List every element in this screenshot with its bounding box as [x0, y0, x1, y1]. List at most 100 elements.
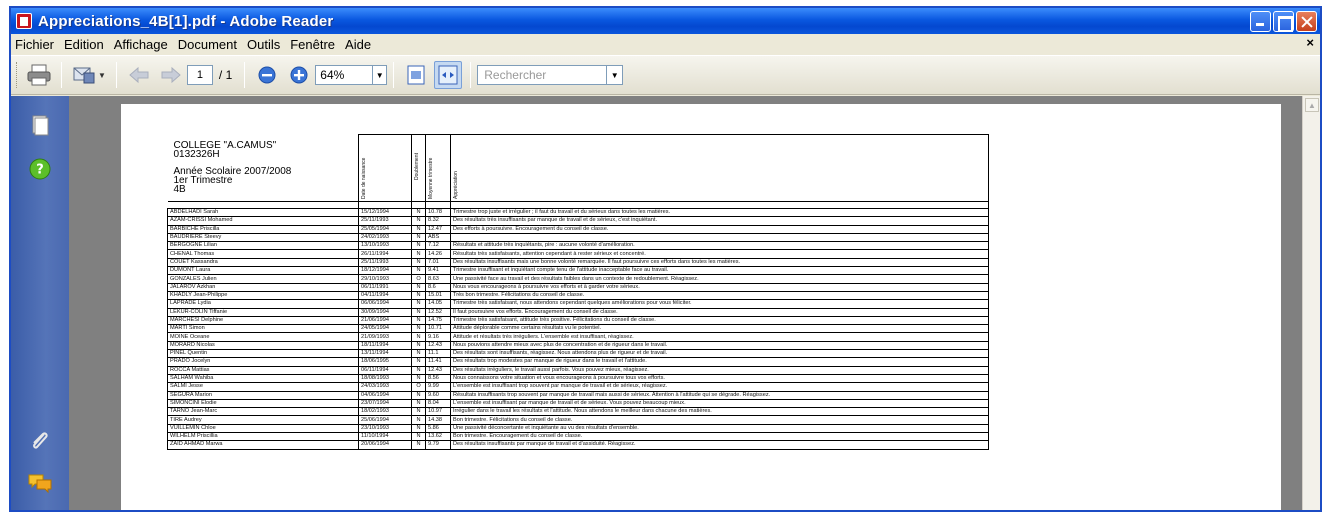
- student-name: PINEL Quentin: [167, 349, 359, 359]
- birth-date: 25/11/1993: [358, 257, 412, 268]
- print-icon[interactable]: [25, 61, 53, 89]
- table-row: TARNO Jean-Marc 18/02/1993 N 10.97 Irrégulie…: [167, 407, 989, 417]
- header-appreciation: Appréciation: [453, 171, 459, 199]
- table-row: PINEL Quentin 13/11/1994 N 11.1 Des résultat…: [167, 349, 989, 359]
- student-name: DUMONT Laura: [167, 266, 359, 276]
- birth-date: 06/06/1994: [358, 299, 412, 309]
- email-icon[interactable]: [70, 61, 98, 89]
- appreciation-text: Nous connaissons votre situation et vous…: [450, 373, 989, 384]
- menu-document[interactable]: Document: [173, 37, 242, 52]
- email-dropdown-icon[interactable]: ▼: [98, 71, 106, 80]
- appreciation-text: L'ensemble est insuffisant trop souvent …: [450, 382, 989, 392]
- birth-date: 13/10/1993: [358, 241, 412, 251]
- pdf-page: COLLEGE "A.CAMUS" 0132326H Année Scolair…: [121, 104, 1281, 510]
- window-title: Appreciations_4B[1].pdf - Adobe Reader: [38, 12, 334, 30]
- student-name: ROCCA Mattias: [167, 365, 359, 375]
- birth-date: 15/12/1994: [358, 207, 412, 218]
- menu-affichage[interactable]: Affichage: [109, 37, 173, 52]
- menu-outils[interactable]: Outils: [242, 37, 285, 52]
- term-average: 7.01: [425, 257, 451, 268]
- student-name: PRADO Jocelyn: [167, 357, 359, 367]
- repeat-flag: N: [411, 324, 426, 334]
- student-name: KHADLY Jean-Philippe: [167, 290, 359, 301]
- maximize-button[interactable]: [1273, 11, 1294, 32]
- term-average: 9.41: [425, 266, 451, 276]
- birth-date: 25/06/1994: [358, 415, 412, 425]
- term-average: 14.05: [425, 299, 451, 309]
- document-viewport[interactable]: COLLEGE "A.CAMUS" 0132326H Année Scolair…: [69, 96, 1302, 510]
- birth-date: 25/11/1993: [358, 216, 412, 226]
- birth-date: 18/12/1994: [358, 266, 412, 276]
- toolbar-grip[interactable]: [16, 62, 19, 88]
- appreciation-text: Attitude déplorable comme certains résul…: [450, 324, 989, 334]
- term-average: 14.75: [425, 315, 451, 326]
- repeat-flag: N: [411, 415, 426, 425]
- repeat-flag: N: [411, 349, 426, 359]
- menu-fenetre[interactable]: Fenêtre: [285, 37, 340, 52]
- table-row: TIRE Audrey 25/06/1994 N 14.38 Bon trimestre…: [167, 415, 989, 425]
- birth-date: 06/11/1991: [358, 282, 412, 292]
- birth-date: 18/02/1993: [358, 407, 412, 417]
- fit-page-icon[interactable]: [402, 61, 430, 89]
- header-repeat: Doublement: [414, 153, 420, 181]
- page-number-input[interactable]: 1: [186, 65, 213, 85]
- fit-width-icon[interactable]: [434, 61, 463, 89]
- birth-date: 06/11/1994: [358, 365, 412, 375]
- menu-aide[interactable]: Aide: [340, 37, 376, 52]
- table-row: ABDELHADI Sarah 15/12/1994 N 10.78 Trimestre…: [167, 207, 989, 218]
- term: 1er Trimestre: [173, 174, 233, 186]
- table-row: LEKUR-COLIN Tiffanie 30/09/1994 N 12.52 Il f…: [167, 307, 989, 317]
- help-icon[interactable]: ?: [27, 156, 53, 182]
- repeat-flag: N: [411, 357, 426, 367]
- appreciation-text: Une passivité face au travail et des rés…: [450, 274, 989, 284]
- zoom-dropdown-icon[interactable]: ▼: [373, 65, 388, 85]
- repeat-flag: N: [411, 290, 426, 301]
- pages-icon[interactable]: [27, 112, 53, 138]
- next-page-icon[interactable]: [157, 61, 185, 89]
- term-average: 14.26: [425, 249, 451, 259]
- repeat-flag: N: [411, 266, 426, 276]
- close-document-icon[interactable]: ×: [1306, 35, 1314, 50]
- menu-edition[interactable]: Edition: [59, 37, 109, 52]
- close-button[interactable]: [1296, 11, 1317, 32]
- search-dropdown-icon[interactable]: ▼: [607, 65, 624, 85]
- class-name: 4B: [173, 183, 186, 195]
- birth-date: 04/11/1994: [358, 290, 412, 301]
- school-info: COLLEGE "A.CAMUS" 0132326H Année Scolair…: [170, 135, 357, 194]
- menu-fichier[interactable]: Fichier: [11, 37, 59, 52]
- repeat-flag: N: [411, 340, 426, 351]
- term-average: 8.04: [425, 398, 451, 409]
- student-name: MARCHESI Delphine: [167, 315, 359, 326]
- table-row: WILHELM Priscillia 11/10/1994 N 13.62 Bon tr…: [167, 431, 989, 442]
- zoom-out-icon[interactable]: [253, 61, 281, 89]
- table-row: SIMONCINI Elodie 23/07/1994 N 8.04 L'ensembl…: [167, 398, 989, 409]
- repeat-flag: N: [411, 398, 426, 409]
- table-row: MOINE Oceane 21/09/1993 N 9.16 Attitude et r…: [167, 332, 989, 342]
- table-row: MORARD Nicolas 18/11/1994 N 12.43 Nous pouvi…: [167, 340, 989, 351]
- appreciation-text: Trimestre insuffisant et inquiétant comp…: [450, 266, 989, 276]
- birth-date: 21/06/1994: [358, 315, 412, 326]
- zoom-in-icon[interactable]: [285, 61, 313, 89]
- minimize-button[interactable]: [1250, 11, 1271, 32]
- repeat-flag: N: [411, 224, 426, 234]
- search-input[interactable]: Rechercher: [477, 65, 608, 85]
- previous-page-icon[interactable]: [125, 61, 153, 89]
- term-average: 10.97: [425, 407, 451, 417]
- table-row: LAPRADE Lydia 06/06/1994 N 14.05 Trimestre t…: [167, 299, 989, 309]
- title-bar: Appreciations_4B[1].pdf - Adobe Reader: [11, 8, 1320, 34]
- birth-date: 24/05/1994: [358, 324, 412, 334]
- term-average: 10.78: [425, 207, 451, 218]
- table-row: VUILLEMIN Chloe 23/10/1993 N 5.86 Une passiv…: [167, 423, 989, 434]
- appreciations-table: COLLEGE "A.CAMUS" 0132326H Année Scolair…: [167, 134, 989, 450]
- student-name: BARBICHE Priscilla: [167, 224, 359, 234]
- appreciation-text: Des efforts à poursuivre. Encouragement …: [450, 224, 989, 234]
- comments-icon[interactable]: [27, 470, 53, 496]
- repeat-flag: N: [411, 390, 426, 400]
- birth-date: 18/06/1995: [358, 357, 412, 367]
- term-average: 11.1: [425, 349, 451, 359]
- attachments-icon[interactable]: [27, 428, 53, 454]
- zoom-level-input[interactable]: 64%: [315, 65, 374, 85]
- scroll-up-icon[interactable]: ▲: [1305, 98, 1319, 112]
- birth-date: 11/10/1994: [358, 431, 412, 442]
- vertical-scrollbar[interactable]: ▲: [1302, 96, 1320, 510]
